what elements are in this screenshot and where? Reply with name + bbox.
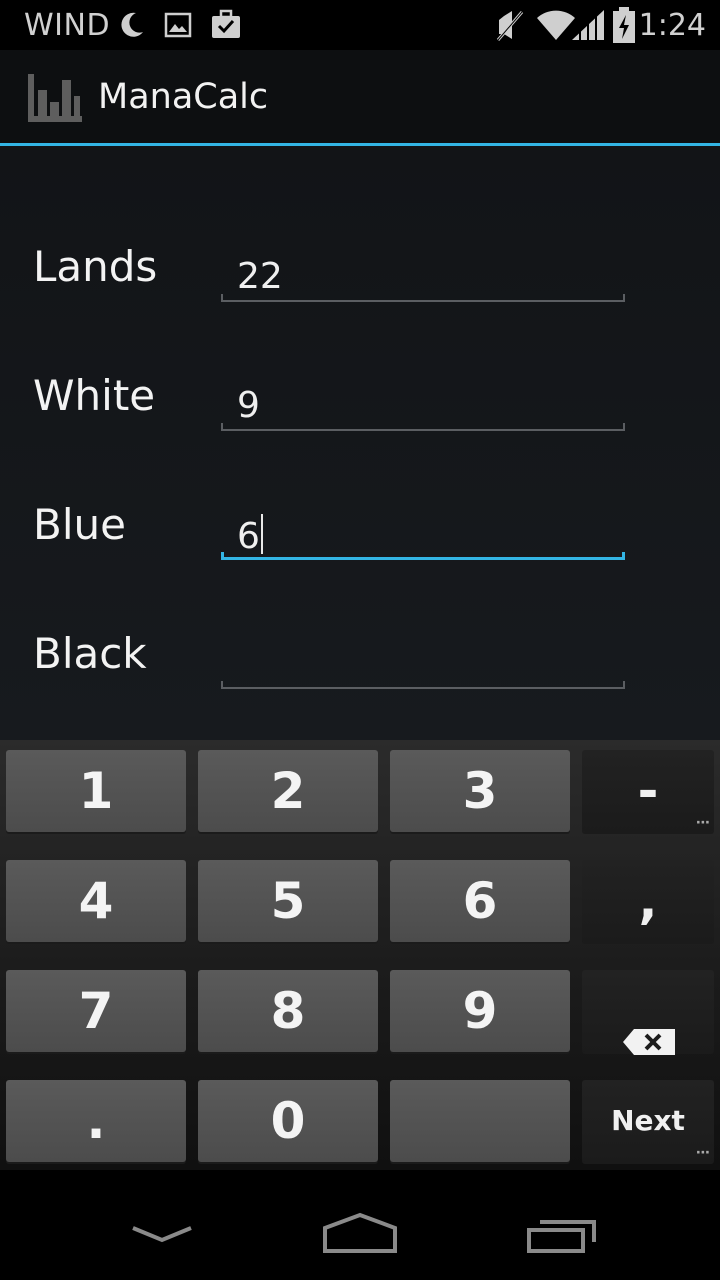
key-minus-label: -: [637, 762, 659, 820]
form-row-lands: Lands 22: [0, 220, 720, 302]
field-label-white: White: [33, 371, 156, 420]
lands-input-value: 22: [237, 256, 283, 297]
key-3-label: 3: [462, 762, 498, 820]
blue-input[interactable]: 6: [221, 496, 625, 560]
key-4-label: 4: [78, 872, 114, 930]
key-0-label: 0: [270, 1092, 306, 1150]
key-7-label: 7: [78, 982, 114, 1040]
mute-icon: [494, 8, 526, 46]
form-row-blue: Blue 6: [0, 478, 720, 560]
lands-input-underline: [221, 294, 625, 302]
battery-charging-icon: [612, 6, 636, 48]
image-icon: [164, 11, 192, 43]
key-5-label: 5: [270, 872, 306, 930]
next-key[interactable]: Next ⋯: [582, 1080, 714, 1162]
key-7[interactable]: 7: [6, 970, 186, 1052]
briefcase-check-icon: [210, 8, 242, 44]
white-input-value: 9: [237, 385, 260, 426]
clock: 1:24: [638, 8, 706, 43]
carrier-name: WIND: [24, 8, 111, 43]
form-row-black: Black: [0, 607, 720, 689]
blue-input-underline: [221, 552, 625, 560]
moon-icon: [116, 10, 146, 44]
form-content: Lands 22 White 9 Blue 6 Black: [0, 146, 720, 740]
blue-input-value: 6: [237, 516, 260, 557]
key-minus[interactable]: - ⋯: [582, 750, 714, 832]
key-8[interactable]: 8: [198, 970, 378, 1052]
bar-chart-icon: [26, 72, 84, 128]
lands-input[interactable]: 22: [221, 238, 625, 302]
key-1[interactable]: 1: [6, 750, 186, 832]
backspace-icon: [622, 998, 676, 1080]
field-label-blue: Blue: [33, 500, 126, 549]
recents-icon[interactable]: [526, 1216, 598, 1258]
app-title: ManaCalc: [98, 77, 269, 117]
key-5[interactable]: 5: [198, 860, 378, 942]
field-label-lands: Lands: [33, 242, 158, 291]
key-3[interactable]: 3: [390, 750, 570, 832]
key-4[interactable]: 4: [6, 860, 186, 942]
action-bar: ManaCalc: [0, 50, 720, 146]
home-icon[interactable]: [322, 1212, 398, 1258]
key-2[interactable]: 2: [198, 750, 378, 832]
space-key[interactable]: [390, 1080, 570, 1200]
more-keys-indicator: ⋯: [696, 815, 710, 831]
key-6[interactable]: 6: [390, 860, 570, 942]
field-label-black: Black: [33, 629, 147, 678]
key-1-label: 1: [78, 762, 114, 820]
key-comma[interactable]: ,: [582, 860, 714, 942]
backspace-key[interactable]: [582, 970, 714, 1055]
next-key-label: Next: [611, 1104, 685, 1137]
black-input-underline: [221, 681, 625, 689]
key-9-label: 9: [462, 982, 498, 1040]
more-keys-indicator: ⋯: [696, 1145, 710, 1161]
form-row-white: White 9: [0, 349, 720, 431]
white-input[interactable]: 9: [221, 367, 625, 431]
key-9[interactable]: 9: [390, 970, 570, 1052]
key-0[interactable]: 0: [198, 1080, 378, 1162]
key-period-label: .: [86, 1092, 106, 1150]
key-period[interactable]: .: [6, 1080, 186, 1162]
key-6-label: 6: [462, 872, 498, 930]
blue-input-value-wrap: 6: [237, 514, 263, 557]
white-input-underline: [221, 423, 625, 431]
key-2-label: 2: [270, 762, 306, 820]
text-cursor: [260, 514, 263, 554]
screen: WIND 1:24 ManaCalc Lands 22 White 9 Blue…: [0, 0, 720, 1280]
status-bar: WIND 1:24: [0, 0, 720, 50]
navigation-bar: [0, 1170, 720, 1280]
back-chevron-icon[interactable]: [130, 1222, 194, 1250]
key-8-label: 8: [270, 982, 306, 1040]
signal-icon: [570, 8, 606, 46]
key-comma-label: ,: [638, 872, 658, 930]
black-input[interactable]: [221, 625, 625, 689]
numeric-keyboard: 1 2 3 - ⋯ 4 5 6 , 7 8 9 . 0 Next ⋯: [0, 740, 720, 1200]
